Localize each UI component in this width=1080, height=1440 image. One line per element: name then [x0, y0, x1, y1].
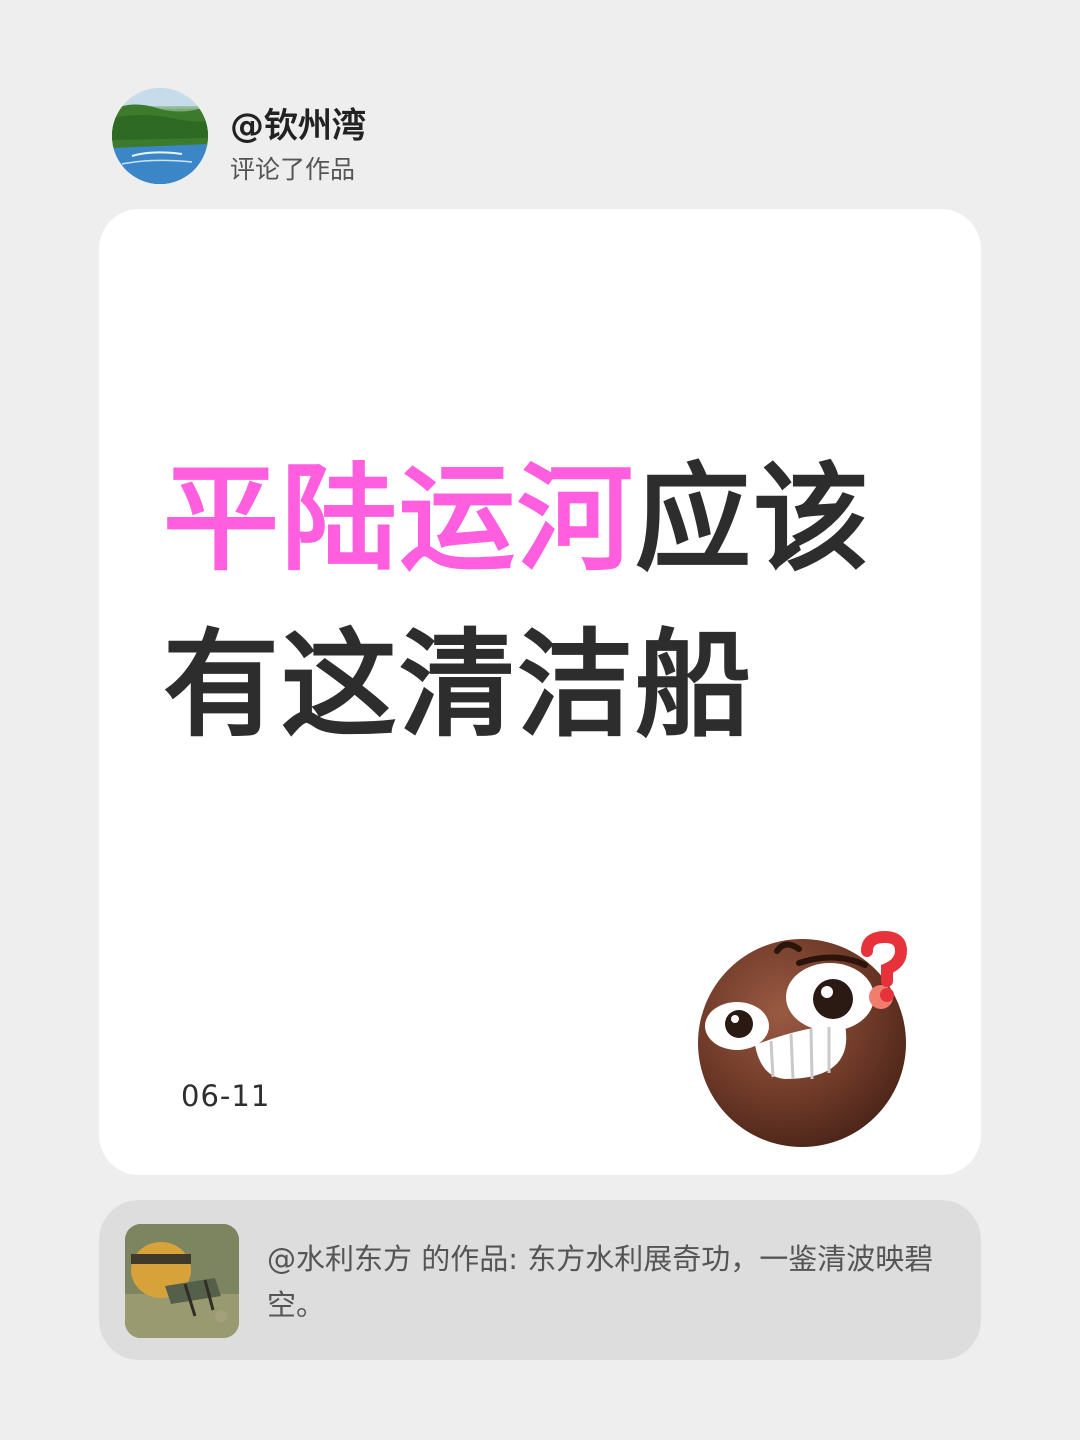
comment-headline: 平陆运河应该有这清洁船	[163, 437, 943, 769]
username[interactable]: @钦州湾	[230, 98, 366, 147]
cleaning-boat-photo-icon	[125, 1224, 239, 1338]
headline-accent: 平陆运河	[163, 452, 635, 587]
work-thumbnail[interactable]	[125, 1224, 239, 1338]
comment-card: 平陆运河应该有这清洁船 06-11	[99, 209, 981, 1175]
action-label: 评论了作品	[230, 155, 356, 184]
user-avatar[interactable]	[112, 88, 208, 184]
landscape-avatar-image	[112, 88, 208, 184]
quoted-work-card[interactable]: @水利东方 的作品: 东方水利展奇功，一鉴清波映碧空。	[99, 1200, 981, 1360]
confused-face-emoji-icon	[698, 930, 908, 1147]
comment-date: 06-11	[181, 1079, 271, 1113]
comment-header: @钦州湾 评论了作品	[112, 88, 812, 188]
quoted-work-text[interactable]: @水利东方 的作品: 东方水利展奇功，一鉴清波映碧空。	[267, 1236, 947, 1328]
